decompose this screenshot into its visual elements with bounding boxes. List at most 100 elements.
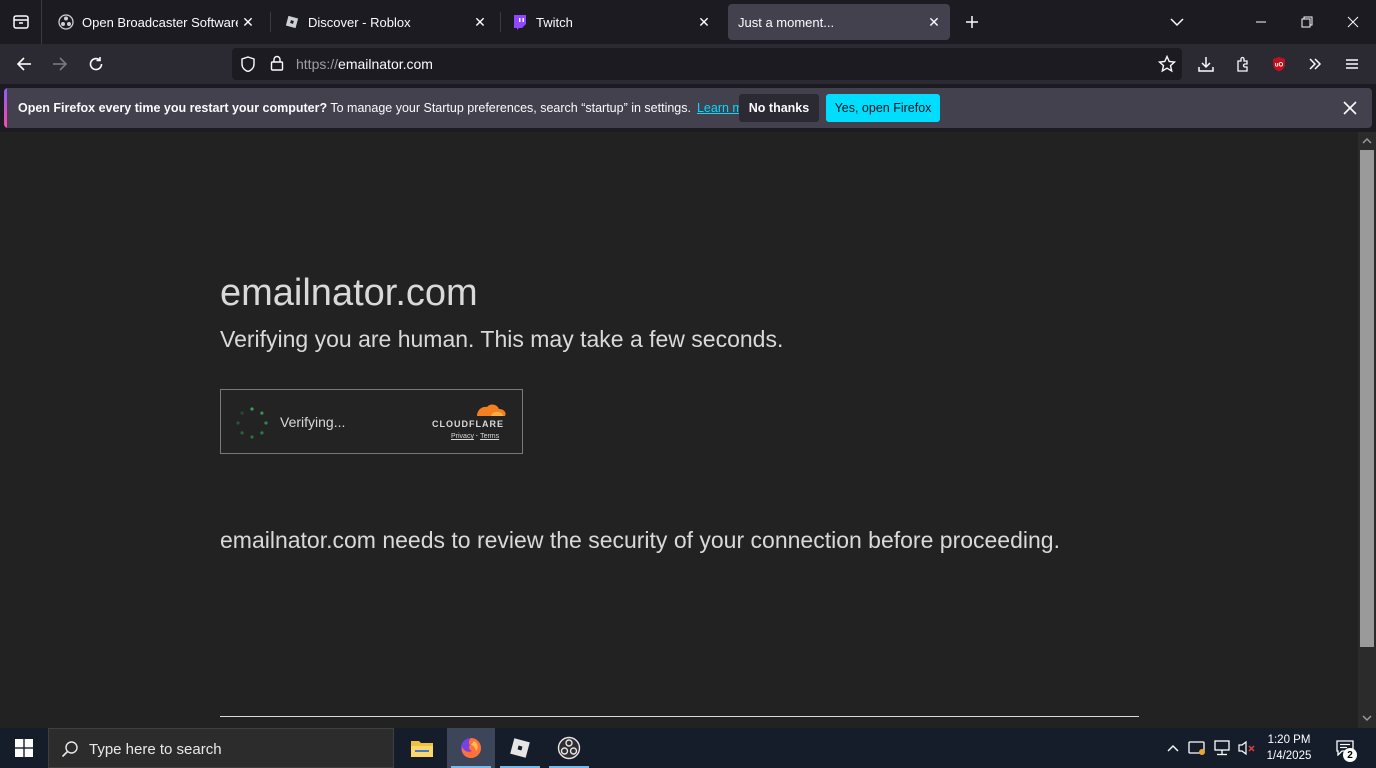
taskbar-roblox[interactable] [496,728,544,768]
footer-divider [220,716,1139,717]
app-menu-button[interactable] [1336,48,1368,80]
tab-title: Discover - Roblox [308,14,411,30]
taskbar-obs[interactable] [545,728,593,768]
volume-button[interactable] [1236,728,1258,768]
scroll-up-icon[interactable] [1360,135,1374,147]
arrow-right-icon [53,57,68,71]
action-center-button[interactable] [1330,728,1360,768]
roblox-icon [284,14,300,30]
download-icon [1198,57,1214,72]
firefox-view-button[interactable] [0,0,42,44]
obs-icon [58,14,74,30]
back-button[interactable] [8,48,40,80]
privacy-link[interactable]: Privacy [451,433,474,440]
shield-icon[interactable] [240,56,256,72]
minimize-button[interactable] [1238,0,1284,44]
close-icon [1347,16,1359,28]
tab-roblox[interactable]: Discover - Roblox ✕ [274,4,496,40]
notification-count-badge: 2 [1343,748,1357,762]
search-placeholder: Type here to search [89,741,222,758]
tab-close-icon[interactable]: ✕ [470,12,490,32]
tab-bar: Open Broadcaster Software | OBS ✕ Discov… [0,0,1376,44]
lock-icon[interactable] [270,55,284,71]
network-button[interactable] [1210,728,1234,768]
tab-title: Open Broadcaster Software | OBS [82,14,238,30]
clock-date: 1/4/2025 [1266,750,1312,762]
cloudflare-turnstile-widget[interactable]: Verifying... CLOUDFLARE Privacy · Terms [220,389,523,454]
twitch-icon [512,14,528,30]
roblox-icon [510,738,530,758]
taskbar-firefox[interactable] [447,728,495,768]
scroll-down-icon[interactable] [1360,712,1374,724]
ublock-origin-icon: uO [1273,57,1285,72]
tab-just-a-moment[interactable]: Just a moment... ✕ [728,4,950,40]
svg-text:uO: uO [1275,63,1284,69]
verifying-status: Verifying... [280,414,346,430]
taskbar-file-explorer[interactable] [398,728,446,768]
tab-close-icon[interactable]: ✕ [238,12,258,32]
notification-accent [4,88,7,128]
extensions-button[interactable] [1227,48,1259,80]
security-review-message: emailnator.com needs to review the secur… [220,527,1060,553]
close-window-button[interactable] [1330,0,1376,44]
reload-button[interactable] [80,48,112,80]
tab-twitch[interactable]: Twitch ✕ [502,4,720,40]
verify-message: Verifying you are human. This may take a… [220,326,784,352]
plus-icon [966,16,978,28]
page-title: emailnator.com [220,272,478,314]
folder-icon [411,741,433,757]
reload-icon [89,57,103,71]
firefox-view-icon [12,15,29,29]
terms-link[interactable]: Terms [480,433,499,440]
notification-close-button[interactable] [1340,98,1360,118]
firefox-icon [461,738,481,758]
tab-title: Twitch [536,14,573,30]
chevron-double-right-icon [1309,58,1322,70]
hamburger-menu-icon [1346,59,1358,69]
windows-logo-icon [15,739,33,757]
ublock-origin-button[interactable]: uO [1263,48,1295,80]
address-bar[interactable]: https://emailnator.com [232,48,1182,80]
list-all-tabs-button[interactable] [1154,0,1200,44]
obs-icon [557,736,581,760]
chevron-up-icon [1167,745,1179,752]
url-text[interactable]: https://emailnator.com [296,56,433,72]
search-icon [61,741,78,758]
taskbar-search-box[interactable]: Type here to search [48,728,394,768]
windows-taskbar: Type here to search 1:20 PM 1/4/2025 2 [0,728,1376,768]
taskbar-clock[interactable]: 1:20 PM 1/4/2025 [1262,732,1316,764]
tray-app-icon [1188,741,1205,755]
scrollbar-thumb[interactable] [1360,150,1374,647]
page-content: emailnator.com Verifying you are human. … [0,132,1358,732]
tab-title: Just a moment... [738,14,835,30]
minimize-icon [1256,21,1266,23]
yes-open-firefox-button[interactable]: Yes, open Firefox [826,94,940,122]
no-thanks-button[interactable]: No thanks [739,94,819,122]
downloads-button[interactable] [1190,48,1222,80]
navigation-toolbar: https://emailnator.com uO [0,44,1376,84]
restore-button[interactable] [1284,0,1330,44]
tray-app-button[interactable] [1186,728,1208,768]
show-hidden-icons-button[interactable] [1164,728,1182,768]
close-icon [1343,101,1357,115]
more-tools-button[interactable] [1299,48,1331,80]
tab-close-icon[interactable]: ✕ [694,12,714,32]
volume-muted-icon [1238,740,1255,756]
chevron-down-icon [1170,18,1184,27]
new-tab-button[interactable] [960,10,984,34]
start-button[interactable] [0,728,48,768]
notification-message: Open Firefox every time you restart your… [18,101,761,115]
puzzle-icon [1237,56,1248,72]
widget-links: Privacy · Terms [451,433,500,440]
arrow-left-icon [16,57,31,71]
cloudflare-wordmark: CLOUDFLARE [432,419,504,429]
forward-button[interactable] [44,48,76,80]
spinner-icon [236,407,268,439]
default-browser-notification: Open Firefox every time you restart your… [4,88,1372,128]
restore-icon [1301,16,1313,28]
tab-close-icon[interactable]: ✕ [924,12,944,32]
tab-obs[interactable]: Open Broadcaster Software | OBS ✕ [48,4,264,40]
network-icon [1214,740,1230,756]
clock-time: 1:20 PM [1267,734,1311,746]
bookmark-star-icon[interactable] [1158,55,1176,73]
